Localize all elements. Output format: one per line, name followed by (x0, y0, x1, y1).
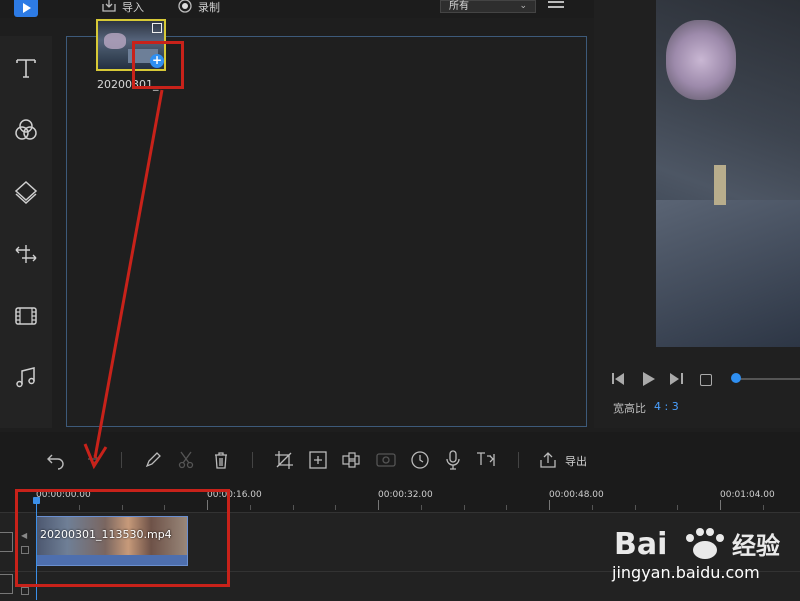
delete-icon[interactable] (211, 450, 231, 470)
stop-icon[interactable] (700, 374, 712, 386)
ruler-tick (720, 500, 721, 510)
previous-frame-icon[interactable] (612, 372, 626, 386)
freeze-frame-icon[interactable] (376, 450, 396, 470)
duration-icon[interactable] (410, 450, 430, 470)
ruler-tick (506, 505, 507, 510)
next-frame-icon[interactable] (669, 372, 683, 386)
ruler-tick (464, 505, 465, 510)
voiceover-icon[interactable] (443, 450, 463, 470)
timeline-toolbar (0, 432, 800, 484)
track-handle-icon[interactable] (0, 532, 13, 552)
text-tool-icon[interactable] (10, 52, 42, 84)
record-button[interactable]: 录制 (178, 0, 220, 14)
toolbar-divider (252, 452, 253, 468)
track-handle-icon[interactable] (0, 574, 13, 594)
ruler-tick (421, 505, 422, 510)
preview-video-frame (656, 0, 800, 347)
select-checkbox[interactable] (152, 23, 162, 33)
ruler-tick (677, 505, 678, 510)
ruler-tick (335, 505, 336, 510)
undo-icon[interactable] (46, 450, 66, 470)
filter-select-value: 所有 (449, 1, 469, 12)
media-filter-select[interactable]: 所有 ⌄ (440, 0, 536, 13)
record-icon (178, 0, 192, 16)
record-label: 录制 (198, 1, 220, 14)
text-to-speech-icon[interactable] (476, 450, 496, 470)
ruler-tick (250, 505, 251, 510)
mosaic-icon[interactable] (341, 450, 361, 470)
cut-icon[interactable] (176, 450, 196, 470)
toolbar-divider (121, 452, 122, 468)
ruler-tick (378, 500, 379, 510)
ruler-tick-label: 00:01:04.00 (720, 490, 775, 500)
filter-tool-icon[interactable] (10, 114, 42, 146)
annotation-highlight-add (132, 41, 184, 89)
ruler-tick (635, 505, 636, 510)
aspect-ratio-label: 宽高比 (613, 402, 646, 415)
playback-progress-track[interactable] (738, 378, 800, 380)
track-lock-icon[interactable] (21, 587, 29, 595)
overlay-tool-icon[interactable] (10, 176, 42, 208)
ruler-tick (293, 505, 294, 510)
ruler-tick (549, 500, 550, 510)
crop-icon[interactable] (274, 450, 294, 470)
ruler-tick (763, 505, 764, 510)
chevron-down-icon: ⌄ (519, 1, 527, 11)
annotation-highlight-clip (15, 489, 230, 587)
list-view-icon[interactable] (548, 1, 564, 13)
toolbar-divider (518, 452, 519, 468)
ruler-tick-label: 00:00:32.00 (378, 490, 433, 500)
zoom-icon[interactable] (308, 450, 328, 470)
import-button[interactable]: 导入 (102, 0, 144, 14)
ruler-tick (592, 505, 593, 510)
svg-text:Bai: Bai (614, 527, 667, 562)
watermark-url: jingyan.baidu.com (612, 563, 760, 582)
playback-progress-knob[interactable] (731, 373, 741, 383)
play-icon[interactable] (641, 372, 655, 386)
export-button-label[interactable]: 导出 (565, 453, 587, 469)
media-library-panel (66, 36, 587, 427)
music-tool-icon[interactable] (10, 362, 42, 394)
export-icon[interactable] (538, 450, 558, 470)
aspect-ratio-value[interactable]: 4 : 3 (654, 400, 679, 413)
import-icon (102, 0, 116, 15)
redo-icon[interactable] (80, 450, 100, 470)
transition-tool-icon[interactable] (10, 238, 42, 270)
ruler-tick-label: 00:00:48.00 (549, 490, 604, 500)
element-tool-icon[interactable] (10, 300, 42, 332)
import-label: 导入 (122, 1, 144, 14)
svg-text:经验: 经验 (732, 532, 780, 560)
app-logo-icon (14, 0, 38, 17)
edit-icon[interactable] (143, 450, 163, 470)
